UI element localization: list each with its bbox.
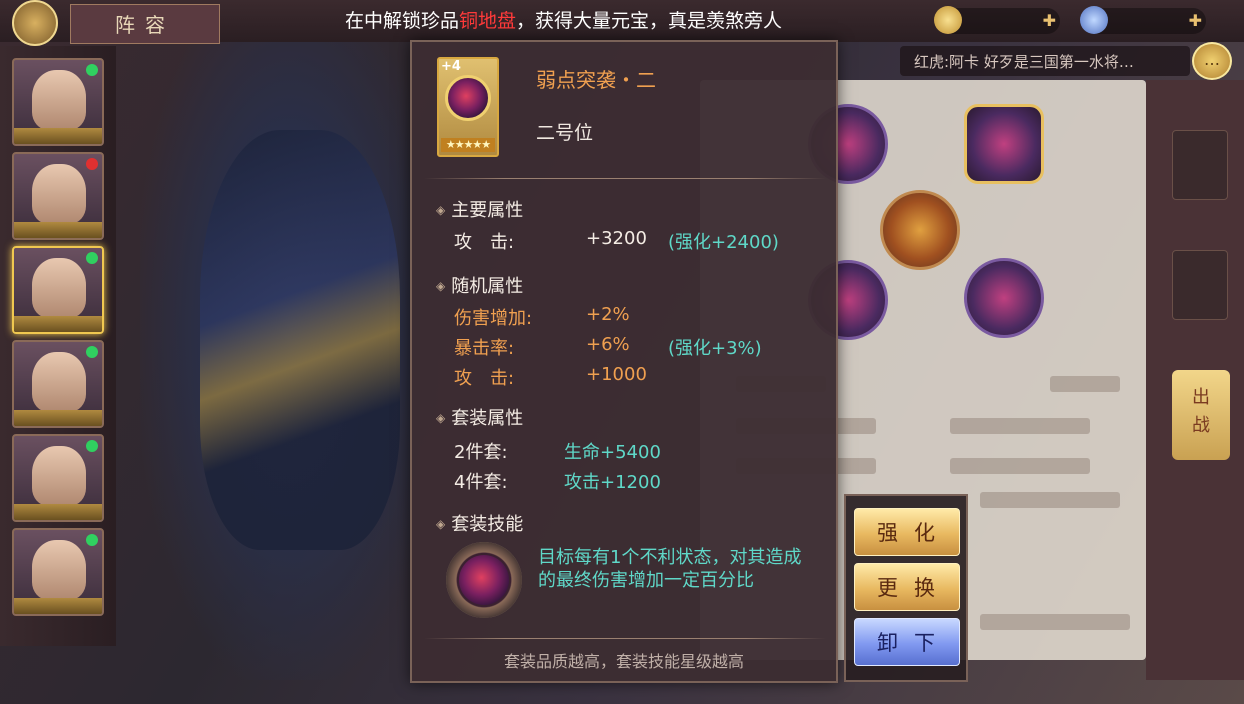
equip-center-orb xyxy=(880,190,960,270)
hero-roster xyxy=(0,46,116,646)
deploy-tab[interactable]: 出 战 xyxy=(1172,370,1230,460)
hero-portrait xyxy=(32,70,86,130)
resource-gem: ✚ xyxy=(1080,6,1206,34)
set-skill-icon xyxy=(446,542,522,618)
enhance-button[interactable]: 强化 xyxy=(854,508,960,556)
main-attr-label: 攻 击: xyxy=(454,232,515,253)
item-stars: ★★★★★ xyxy=(441,138,495,152)
hero-portrait xyxy=(32,446,86,506)
hero-card-selected[interactable] xyxy=(12,246,104,334)
set-attr-heading: ◈ 套装属性 xyxy=(436,404,523,430)
diamond-bullet-icon: ◈ xyxy=(436,517,446,531)
hero-portrait xyxy=(32,352,86,412)
hero-card[interactable] xyxy=(12,528,104,616)
random-attr-value: +6% xyxy=(586,334,630,355)
hero-stars xyxy=(14,410,102,426)
divider xyxy=(424,178,826,179)
hero-stars xyxy=(14,128,102,144)
page-title-tab: 阵容 xyxy=(70,4,220,44)
random-attr-value: +1000 xyxy=(586,364,647,385)
notify-dot-icon xyxy=(86,534,98,546)
stat-ghost xyxy=(980,492,1120,508)
right-side-button[interactable] xyxy=(1172,250,1228,320)
stat-ghost xyxy=(950,458,1090,474)
set-skill-description: 目标每有1个不利状态，对其造成的最终伤害增加一定百分比 xyxy=(538,547,802,591)
add-gold-icon[interactable]: ✚ xyxy=(1043,11,1056,30)
hero-portrait xyxy=(32,540,86,600)
item-icon: +4 ★★★★★ xyxy=(437,57,499,157)
alert-dot-icon xyxy=(86,158,98,170)
hero-portrait xyxy=(32,258,86,318)
notify-dot-icon xyxy=(86,346,98,358)
hero-stars xyxy=(14,222,102,238)
random-attr-heading: ◈ 随机属性 xyxy=(436,272,523,298)
notify-dot-icon xyxy=(86,252,98,264)
chat-bubble-icon[interactable]: … xyxy=(1192,42,1232,80)
set-attr-value: 生命+5400 xyxy=(564,442,661,463)
main-attr-title: 主要属性 xyxy=(451,200,524,221)
equip-slot-4[interactable] xyxy=(964,258,1044,338)
main-attr-bonus: (强化+2400) xyxy=(668,232,779,253)
stat-ghost xyxy=(980,614,1130,630)
game-screen: 出 战 阵容 在中解锁珍品铜地盘，获得大量元宝，真是羡煞旁人 ✚ ✚ 红虎:阿卡… xyxy=(0,0,1244,704)
blade-emblem-icon xyxy=(445,75,491,121)
gem-icon xyxy=(1080,6,1108,34)
diamond-bullet-icon: ◈ xyxy=(436,411,446,425)
stat-ghost xyxy=(1050,376,1120,392)
replace-button[interactable]: 更换 xyxy=(854,563,960,611)
back-home-icon[interactable] xyxy=(12,0,58,46)
chat-message: 红虎:阿卡 好歹是三国第一水将… xyxy=(914,53,1134,71)
random-attr-title: 随机属性 xyxy=(451,276,524,297)
equipment-tooltip: +4 ★★★★★ 弱点突袭・二 二号位 ◈ 主要属性 攻 击: +3200 (强化… xyxy=(410,40,838,683)
ticker-prefix: 在中解锁珍品 xyxy=(345,10,460,32)
set-attr-label: 4件套: xyxy=(454,472,508,493)
random-attr-bonus: (强化+3%) xyxy=(668,338,762,359)
unequip-button[interactable]: 卸下 xyxy=(854,618,960,666)
main-attr-value: +3200 xyxy=(586,228,647,249)
set-skill-title: 套装技能 xyxy=(451,514,524,535)
random-attr-label: 攻 击: xyxy=(454,368,515,389)
set-skill-heading: ◈ 套装技能 xyxy=(436,510,523,536)
set-attr-title: 套装属性 xyxy=(451,408,524,429)
hero-portrait xyxy=(32,164,86,224)
resource-gold: ✚ xyxy=(934,6,1060,34)
notify-dot-icon xyxy=(86,440,98,452)
random-attr-value: +2% xyxy=(586,304,630,325)
diamond-bullet-icon: ◈ xyxy=(436,279,446,293)
hero-stars xyxy=(14,504,102,520)
action-panel: 强化 更换 卸下 xyxy=(844,494,968,682)
blade-emblem-icon xyxy=(459,555,509,605)
equip-slot-2[interactable] xyxy=(964,104,1044,184)
hero-card[interactable] xyxy=(12,152,104,240)
add-gem-icon[interactable]: ✚ xyxy=(1189,11,1202,30)
deploy-tab-label: 出 战 xyxy=(1192,387,1210,436)
notify-dot-icon xyxy=(86,64,98,76)
hero-stars xyxy=(14,316,102,332)
item-level: +4 xyxy=(441,59,461,74)
hero-stars xyxy=(14,598,102,614)
chat-bar[interactable]: 红虎:阿卡 好歹是三国第一水将… xyxy=(900,46,1190,76)
broadcast-ticker: 在中解锁珍品铜地盘，获得大量元宝，真是羡煞旁人 xyxy=(345,6,782,33)
set-attr-label: 2件套: xyxy=(454,442,508,463)
random-attr-label: 暴击率: xyxy=(454,338,515,359)
stat-ghost xyxy=(950,418,1090,434)
hero-card[interactable] xyxy=(12,340,104,428)
set-attr-value: 攻击+1200 xyxy=(564,472,661,493)
hero-figure xyxy=(200,130,400,550)
gold-ingot-icon xyxy=(934,6,962,34)
right-side-button[interactable] xyxy=(1172,130,1228,200)
random-attr-label: 伤害增加: xyxy=(454,308,533,329)
divider xyxy=(424,638,826,639)
main-attr-heading: ◈ 主要属性 xyxy=(436,196,523,222)
ticker-highlight: 铜地盘 xyxy=(459,10,517,32)
ticker-suffix: ，获得大量元宝，真是羡煞旁人 xyxy=(516,10,783,32)
footer-note: 套装品质越高，套装技能星级越高 xyxy=(503,652,744,671)
item-slot: 二号位 xyxy=(536,122,594,144)
hero-card[interactable] xyxy=(12,58,104,146)
hero-card[interactable] xyxy=(12,434,104,522)
item-name: 弱点突袭・二 xyxy=(536,68,656,92)
diamond-bullet-icon: ◈ xyxy=(436,203,446,217)
